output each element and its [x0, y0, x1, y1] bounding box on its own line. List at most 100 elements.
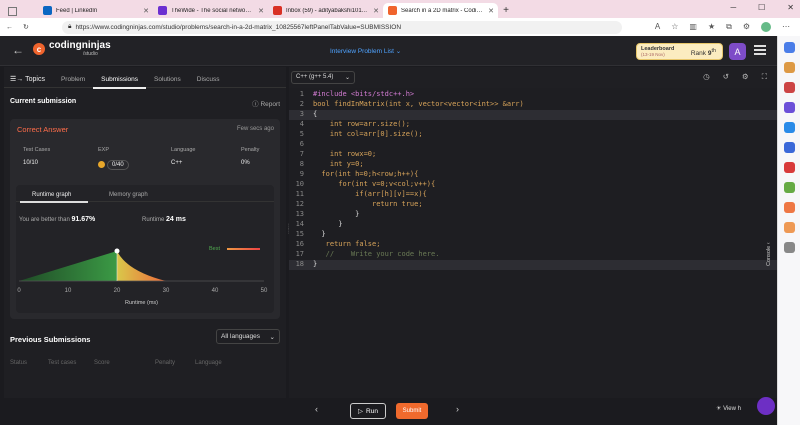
url-field[interactable]: 🔒︎ https://www.codingninjas.com/studio/p…: [62, 20, 622, 34]
app-icon[interactable]: [783, 222, 795, 233]
topics-button[interactable]: ☰→ Topics: [4, 75, 53, 83]
submit-button[interactable]: Submit: [396, 403, 428, 419]
code-text: for(int v=0;v<col;v++){: [313, 180, 436, 188]
close-icon[interactable]: ✕: [143, 7, 149, 15]
window-controls: ─ ☐ ✕: [730, 3, 794, 12]
play-icon: ▷: [358, 408, 364, 415]
logo[interactable]: c codingninjas /studio: [33, 41, 111, 57]
line-number: 2: [299, 100, 304, 108]
tab-discuss[interactable]: Discuss: [189, 76, 228, 83]
timer-icon[interactable]: ◷: [703, 72, 710, 82]
add-icon[interactable]: [783, 242, 795, 253]
lock-icon: 🔒︎: [68, 23, 72, 30]
edge-sidebar: [777, 36, 800, 425]
gmail-icon: [273, 6, 282, 15]
run-button[interactable]: ▷ Run: [350, 403, 386, 419]
previous-problem-icon[interactable]: ‹: [315, 404, 318, 414]
stat-label: Penalty: [241, 147, 260, 153]
report-button[interactable]: ⓘ Report: [252, 98, 280, 108]
language-filter-value: All languages: [221, 333, 261, 340]
avatar[interactable]: A: [729, 43, 746, 60]
app-icon[interactable]: [783, 182, 795, 193]
browser-tab-active[interactable]: Search in a 2D matrix - Coding N... ✕: [383, 3, 498, 18]
code-editor[interactable]: 1 #include <bits/stdc++.h> 2 bool findInMa…: [289, 88, 777, 398]
favorites-icon[interactable]: ★: [708, 22, 715, 32]
app-icon[interactable]: [783, 202, 795, 213]
tools-icon[interactable]: [783, 82, 795, 93]
collections-icon[interactable]: ⧉: [726, 22, 732, 32]
favorite-icon[interactable]: ☆: [671, 22, 678, 32]
back-icon[interactable]: ←: [6, 24, 13, 31]
shopping-icon[interactable]: [783, 62, 795, 73]
tab-title: Search in a 2D matrix - Coding N...: [401, 7, 483, 14]
fullscreen-icon[interactable]: ⛶: [762, 72, 767, 82]
games-icon[interactable]: [783, 102, 795, 113]
runtime-graph-panel: Runtime graph Memory graph You are bette…: [16, 185, 274, 313]
code-text: }: [313, 230, 326, 238]
url-text: https://www.codingninjas.com/studio/prob…: [75, 23, 402, 31]
console-toggle[interactable]: Console ‹: [766, 228, 776, 266]
office-icon[interactable]: [783, 122, 795, 133]
tab-solutions[interactable]: Solutions: [146, 76, 189, 83]
code-line: 17 // Write your code here.: [289, 250, 777, 260]
profile-icon[interactable]: [761, 22, 771, 32]
close-icon[interactable]: ✕: [258, 7, 264, 15]
browser-tab-bar: Feed | LinkedIn ✕ TheWide - The social ne…: [0, 0, 800, 18]
close-window-icon[interactable]: ✕: [787, 3, 794, 12]
tab-actions[interactable]: [0, 4, 38, 18]
line-number: 4: [299, 120, 304, 128]
language-select[interactable]: C++ (g++ 5.4) ⌄: [291, 71, 355, 84]
settings-icon[interactable]: ⚙: [742, 72, 749, 82]
menu-icon[interactable]: [754, 45, 766, 55]
browser-tab[interactable]: TheWide - The social network b... ✕: [153, 3, 268, 18]
next-problem-icon[interactable]: ›: [456, 404, 459, 414]
stat-language: Language C++: [171, 147, 195, 166]
marker-point: [114, 248, 120, 254]
extensions-icon[interactable]: ⚙: [743, 22, 750, 32]
leaderboard-badge[interactable]: Leaderboard (13-19 Nov) Rank 9th: [636, 43, 723, 60]
rank-suffix: th: [711, 48, 716, 54]
logo-icon: c: [33, 43, 45, 55]
column-header: Test cases: [48, 360, 77, 366]
code-line: 14 }: [289, 220, 777, 230]
outlook-icon[interactable]: [783, 142, 795, 153]
minimize-icon[interactable]: ─: [730, 3, 736, 12]
codingninjas-icon: [388, 6, 397, 15]
info-icon: ⓘ: [252, 101, 259, 108]
new-tab-button[interactable]: +: [498, 3, 514, 18]
split-screen-icon[interactable]: ▥: [689, 22, 697, 32]
reset-icon[interactable]: ↺: [723, 72, 729, 82]
submission-time: Few secs ago: [236, 126, 274, 132]
tab-submissions[interactable]: Submissions: [93, 76, 147, 89]
area-right: [117, 251, 166, 281]
problem-list-link[interactable]: Interview Problem List ⌄: [330, 47, 401, 55]
browser-tab[interactable]: Inbox (59) - adityabakshi1011@... ✕: [268, 3, 383, 18]
list-icon: ☰→: [10, 76, 24, 83]
assistant-fab-icon[interactable]: [757, 397, 775, 415]
tab-problem[interactable]: Problem: [53, 76, 93, 83]
close-icon[interactable]: ✕: [373, 7, 379, 15]
code-text: int col=arr[0].size();: [313, 130, 423, 138]
language-filter[interactable]: All languages ⌄: [216, 329, 280, 344]
workspaces-icon[interactable]: [8, 7, 17, 16]
column-header: Score: [94, 360, 110, 366]
read-aloud-icon[interactable]: A: [655, 22, 660, 32]
stat-value: 0/40: [107, 160, 129, 170]
result-status: Correct Answer: [17, 125, 69, 134]
reload-icon[interactable]: ↻: [23, 23, 29, 31]
browser-tab[interactable]: Feed | LinkedIn ✕: [38, 3, 153, 18]
maximize-icon[interactable]: ☐: [758, 3, 765, 12]
line-number: 16: [295, 240, 304, 248]
report-label: Report: [260, 101, 280, 108]
more-icon[interactable]: ⋯: [782, 22, 790, 32]
close-icon[interactable]: ✕: [488, 7, 494, 15]
code-line: 16 return false;: [289, 240, 777, 250]
chevron-down-icon: ⌄: [395, 48, 402, 55]
x-axis-label: Runtime (ms): [125, 300, 158, 306]
line-number: 8: [299, 160, 304, 168]
app-icon[interactable]: [783, 162, 795, 173]
search-icon[interactable]: [783, 42, 795, 53]
view-hints-button[interactable]: ☀ View h: [716, 405, 741, 412]
back-arrow-icon[interactable]: ←: [12, 43, 24, 57]
runtime-chart: 0 10 20 30 40 50 Runtime (ms): [17, 248, 268, 306]
